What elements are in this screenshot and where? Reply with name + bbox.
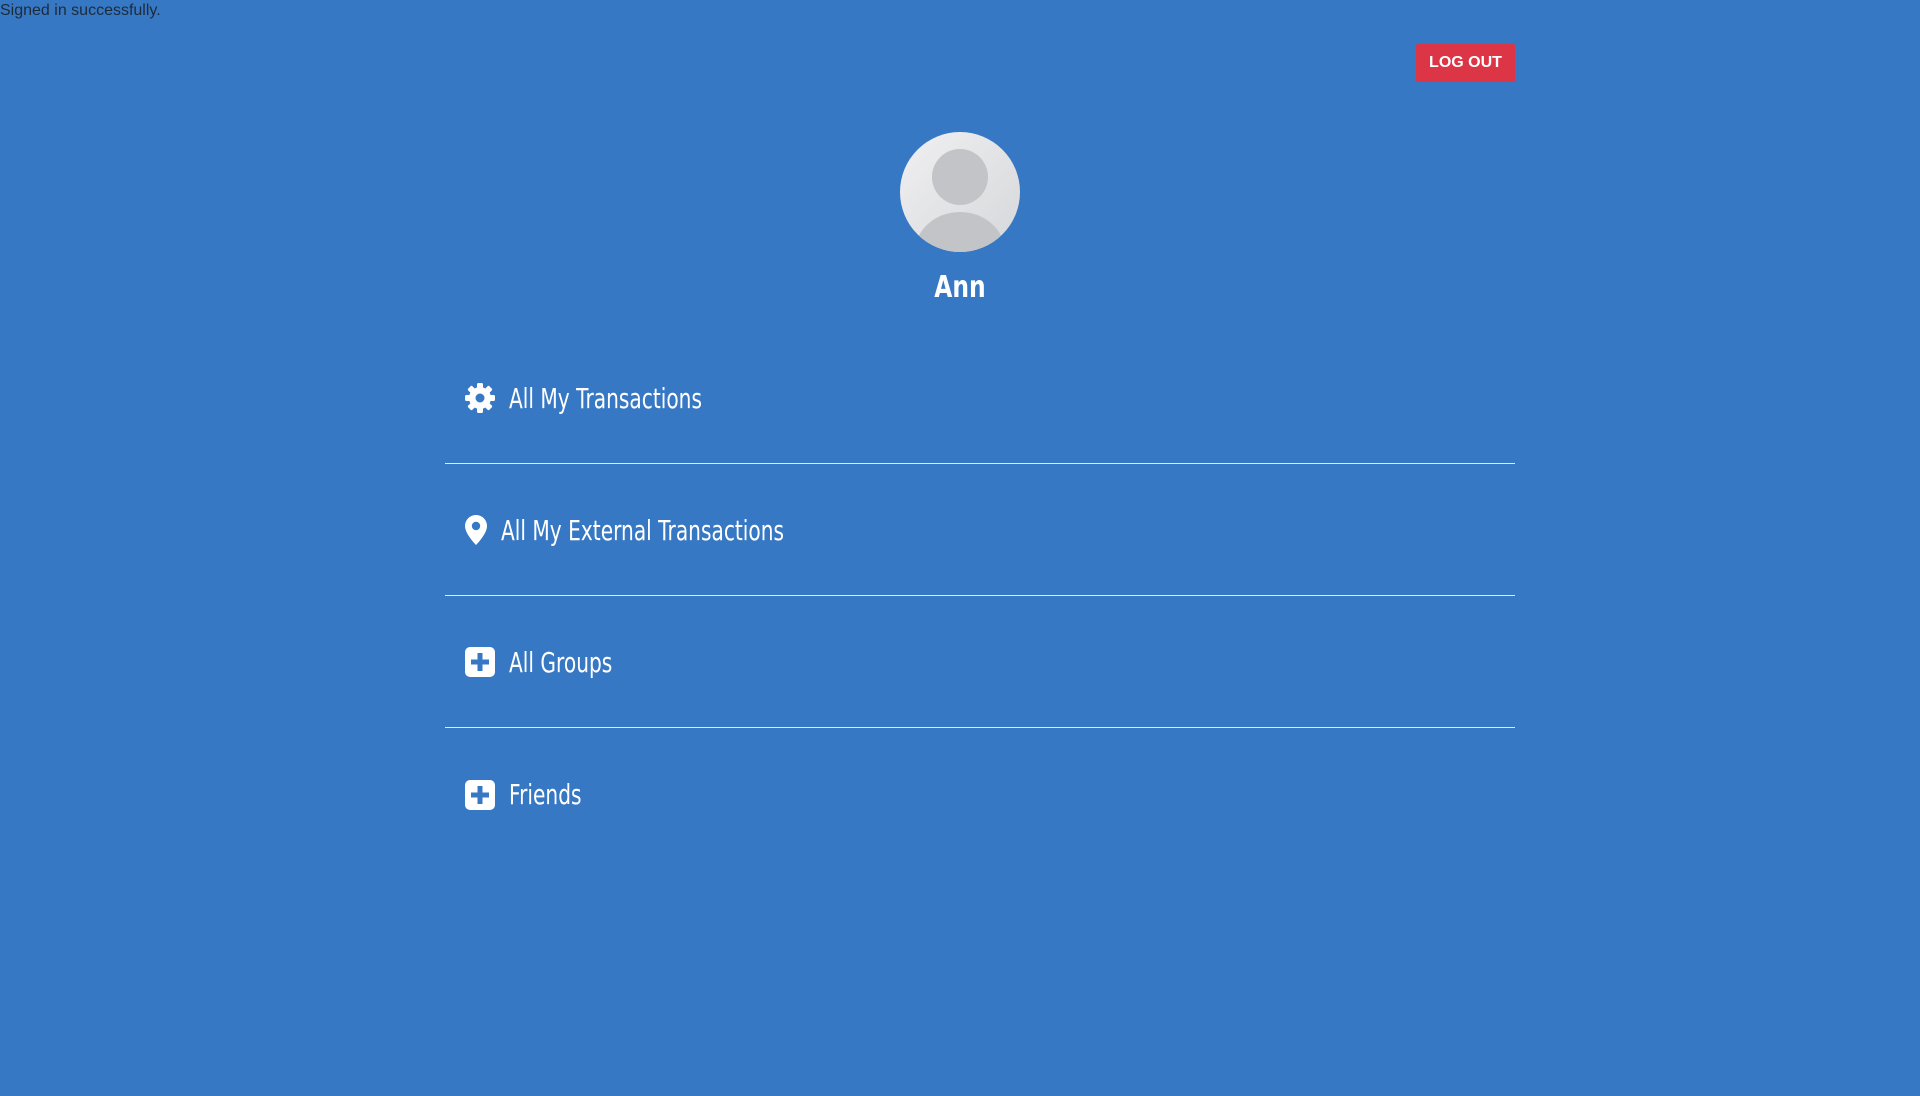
menu-item-all-groups[interactable]: All Groups [445,597,1515,728]
plus-square-icon [465,647,495,677]
gear-icon [465,383,495,413]
menu-item-label: All My Transactions [509,381,702,415]
avatar [900,132,1020,252]
flash-message: Signed in successfully. [0,2,161,19]
menu-item-all-my-external-transactions[interactable]: All My External Transactions [445,465,1515,596]
menu-item-friends[interactable]: Friends [445,729,1515,860]
user-avatar-icon [915,149,1005,252]
plus-square-icon [465,779,495,810]
menu-item-label: All Groups [509,645,613,679]
menu-item-label: Friends [509,778,582,811]
menu-item-label: All My External Transactions [501,513,785,547]
profile-name: Ann [934,270,986,305]
logout-button[interactable]: LOG OUT [1416,44,1515,82]
main-menu: All My Transactions All My External Tran… [445,333,1515,861]
menu-item-all-my-transactions[interactable]: All My Transactions [445,333,1515,464]
map-pin-icon [465,515,487,545]
